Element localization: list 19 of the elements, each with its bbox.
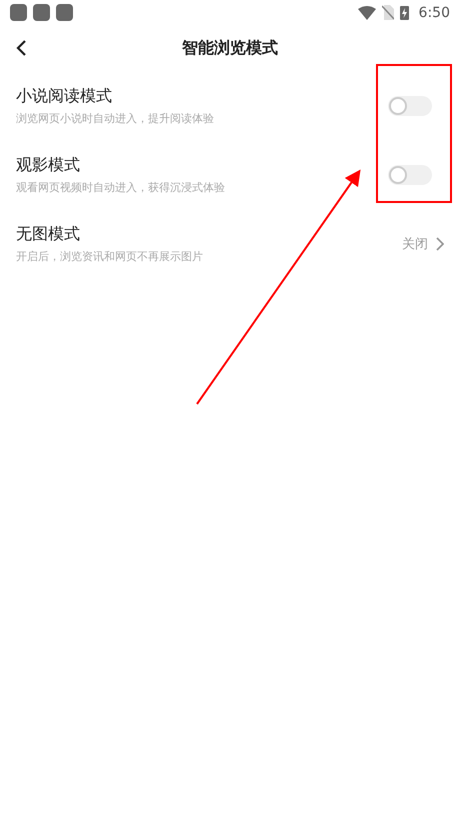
back-icon[interactable] [15,39,27,57]
no-sim-icon [382,5,394,20]
setting-value[interactable]: 关闭 [402,234,428,252]
chevron-right-icon [436,236,444,250]
setting-title: 小说阅读模式 [16,86,113,106]
setting-description: 观看网页视频时自动进入，获得沉浸式体验 [16,180,226,194]
wifi-icon [358,6,376,20]
setting-title: 无图模式 [16,224,81,244]
page-title: 智能浏览模式 [182,38,278,58]
clock-time: 6:50 [418,4,450,20]
notification-icon [33,4,50,21]
notification-icon [56,4,73,21]
toggle-switch[interactable] [388,164,432,184]
notification-icon [10,4,27,21]
setting-description: 开启后，浏览资讯和网页不再展示图片 [16,248,204,264]
setting-title: 观影模式 [16,154,81,176]
battery-charging-icon [400,5,409,20]
setting-description: 浏览网页小说时自动进入，提升阅读体验 [16,110,215,126]
toggle-switch[interactable] [388,96,432,116]
